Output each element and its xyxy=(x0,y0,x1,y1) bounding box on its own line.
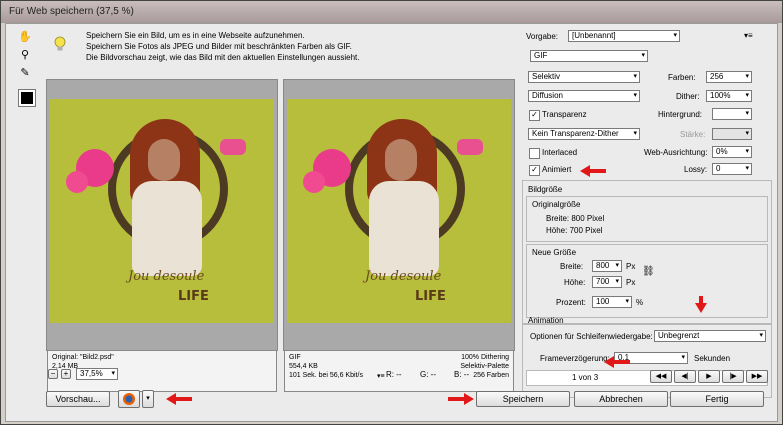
matte-select[interactable] xyxy=(712,108,752,120)
dialog-body: ✋ ⚲ ✎ Speichern Sie ein Bild, um es in e… xyxy=(5,23,778,422)
optimized-dither-info: 100% Dithering xyxy=(461,354,509,361)
image-script-text: Jou desoule xyxy=(128,269,205,284)
lossy-label: Lossy: xyxy=(684,165,708,174)
readout-b: B: -- xyxy=(454,370,470,379)
transparency-dither-select[interactable]: Kein Transparenz-Dither xyxy=(528,128,640,140)
download-speed-menu-icon[interactable]: ▾≡ xyxy=(377,372,385,381)
window-title: Für Web speichern (37,5 %) xyxy=(9,6,134,17)
red-arrow-icon xyxy=(604,356,630,368)
toolbox: ✋ ⚲ ✎ xyxy=(12,28,38,108)
optimized-size: 554,4 KB xyxy=(289,363,318,370)
original-width: Breite: 800 Pixel xyxy=(546,214,605,223)
preset-label: Vorgabe: xyxy=(526,32,559,41)
loop-options-select[interactable]: Unbegrenzt xyxy=(654,330,766,342)
last-frame-button[interactable]: ▶▶ xyxy=(746,370,768,383)
transparency-label: Transparenz xyxy=(542,110,587,119)
lossy-field[interactable]: 0 xyxy=(712,163,752,175)
image-life-text: LIFE xyxy=(415,289,446,304)
next-frame-button[interactable]: |▶ xyxy=(722,370,744,383)
eyedropper-tool-icon[interactable]: ✎ xyxy=(16,66,34,80)
percent-unit: % xyxy=(636,298,644,307)
image-size-title: Bildgröße xyxy=(528,185,563,194)
width-unit: Px xyxy=(626,262,636,271)
height-input[interactable]: 700 xyxy=(592,276,622,288)
original-height: Höhe: 700 Pixel xyxy=(546,226,603,235)
preset-menu-icon[interactable]: ▾≡ xyxy=(744,31,753,40)
eyedropper-color-swatch[interactable] xyxy=(18,89,36,107)
optimized-download-time: 101 Sek. bei 56,6 Kbit/s xyxy=(289,372,363,379)
cancel-button[interactable]: Abbrechen xyxy=(574,391,668,407)
info-line-3: Die Bildvorschau zeigt, wie das Bild mit… xyxy=(86,53,360,62)
info-line-1: Speichern Sie ein Bild, um es in eine We… xyxy=(86,31,305,40)
width-input[interactable]: 800 xyxy=(592,260,622,272)
web-snap-label: Web-Ausrichtung: xyxy=(644,148,708,157)
readout-g: G: -- xyxy=(420,370,436,379)
lightbulb-icon xyxy=(54,36,66,51)
save-button[interactable]: Speichern xyxy=(476,391,570,407)
width-label: Breite: xyxy=(560,262,584,271)
dither-amount-field[interactable]: 100% xyxy=(706,90,752,102)
percent-input[interactable]: 100 xyxy=(592,296,632,308)
zoom-select[interactable]: 37,5% xyxy=(76,368,118,380)
hand-tool-icon[interactable]: ✋ xyxy=(16,30,34,44)
interlaced-checkbox[interactable] xyxy=(529,148,540,159)
red-arrow-right-icon xyxy=(448,393,474,405)
animated-checkbox[interactable]: ✓ xyxy=(529,165,540,176)
first-frame-button[interactable]: ◀◀ xyxy=(650,370,672,383)
zoom-in-button[interactable]: + xyxy=(61,369,71,379)
info-text: Speichern Sie ein Bild, um es in eine We… xyxy=(86,30,446,63)
transparency-checkbox[interactable]: ✓ xyxy=(529,110,540,121)
optimized-image[interactable]: Jou desoule LIFE xyxy=(287,99,511,323)
original-preview-panel: Jou desoule LIFE Original: "Bild2.psd" 2… xyxy=(46,79,278,392)
amount-label: Stärke: xyxy=(680,130,706,139)
zoom-tool-icon[interactable]: ⚲ xyxy=(16,48,34,62)
animation-title: Animation xyxy=(528,316,564,325)
animated-label: Animiert xyxy=(542,165,572,174)
play-button[interactable]: ▶ xyxy=(698,370,720,383)
format-select[interactable]: GIF xyxy=(530,50,648,62)
image-script-text: Jou desoule xyxy=(365,269,442,284)
title-bar: Für Web speichern (37,5 %) xyxy=(1,1,782,23)
save-for-web-dialog: Für Web speichern (37,5 %) ✋ ⚲ ✎ Speiche… xyxy=(0,0,783,425)
percent-label: Prozent: xyxy=(556,298,586,307)
dither-algorithm-select[interactable]: Diffusion xyxy=(528,90,640,102)
colors-select[interactable]: 256 xyxy=(706,71,752,83)
height-label: Höhe: xyxy=(564,278,586,287)
optimized-format: GIF xyxy=(289,354,301,361)
loop-options-label: Optionen für Schleifenwiedergabe: xyxy=(530,332,653,341)
interlaced-label: Interlaced xyxy=(542,148,578,157)
web-snap-select[interactable]: 0% xyxy=(712,146,752,158)
original-size-title: Originalgröße xyxy=(532,200,581,209)
matte-label: Hintergrund: xyxy=(658,110,703,119)
height-unit: Px xyxy=(626,278,636,287)
original-filename: Original: "Bild2.psd" xyxy=(52,354,114,361)
frame-delay-label: Frameverzögerung: xyxy=(540,354,610,363)
frame-delay-unit: Sekunden xyxy=(694,354,731,363)
browser-icon[interactable] xyxy=(118,390,140,408)
image-life-text: LIFE xyxy=(178,289,209,304)
browser-menu-icon[interactable]: ▾ xyxy=(142,390,154,408)
done-button[interactable]: Fertig xyxy=(670,391,764,407)
red-arrow-icon xyxy=(580,165,606,177)
optimized-preview-panel: Jou desoule LIFE GIF 554,4 KB 101 Sek. b… xyxy=(283,79,515,392)
original-image[interactable]: Jou desoule LIFE xyxy=(50,99,274,323)
info-line-2: Speichern Sie Fotos als JPEG und Bilder … xyxy=(86,42,352,51)
zoom-out-button[interactable]: − xyxy=(48,369,58,379)
previous-frame-button[interactable]: ◀| xyxy=(674,370,696,383)
preset-select[interactable]: [Unbenannt] xyxy=(568,30,680,42)
constrain-proportions-link-icon[interactable]: ⛓ xyxy=(642,266,655,277)
amount-field[interactable] xyxy=(712,128,752,140)
firefox-icon xyxy=(123,393,135,405)
readout-r: R: -- xyxy=(386,370,402,379)
optimized-left-info: GIF 554,4 KB 101 Sek. bei 56,6 Kbit/s xyxy=(289,353,363,380)
colors-label: Farben: xyxy=(668,73,696,82)
preview-button[interactable]: Vorschau... xyxy=(46,391,110,407)
new-size-title: Neue Größe xyxy=(532,248,577,257)
red-arrow-icon xyxy=(166,393,192,405)
dither-label: Dither: xyxy=(676,92,700,101)
color-reduction-select[interactable]: Selektiv xyxy=(528,71,640,83)
frame-counter: 1 von 3 xyxy=(572,373,599,382)
red-arrow-down-icon xyxy=(695,296,707,313)
